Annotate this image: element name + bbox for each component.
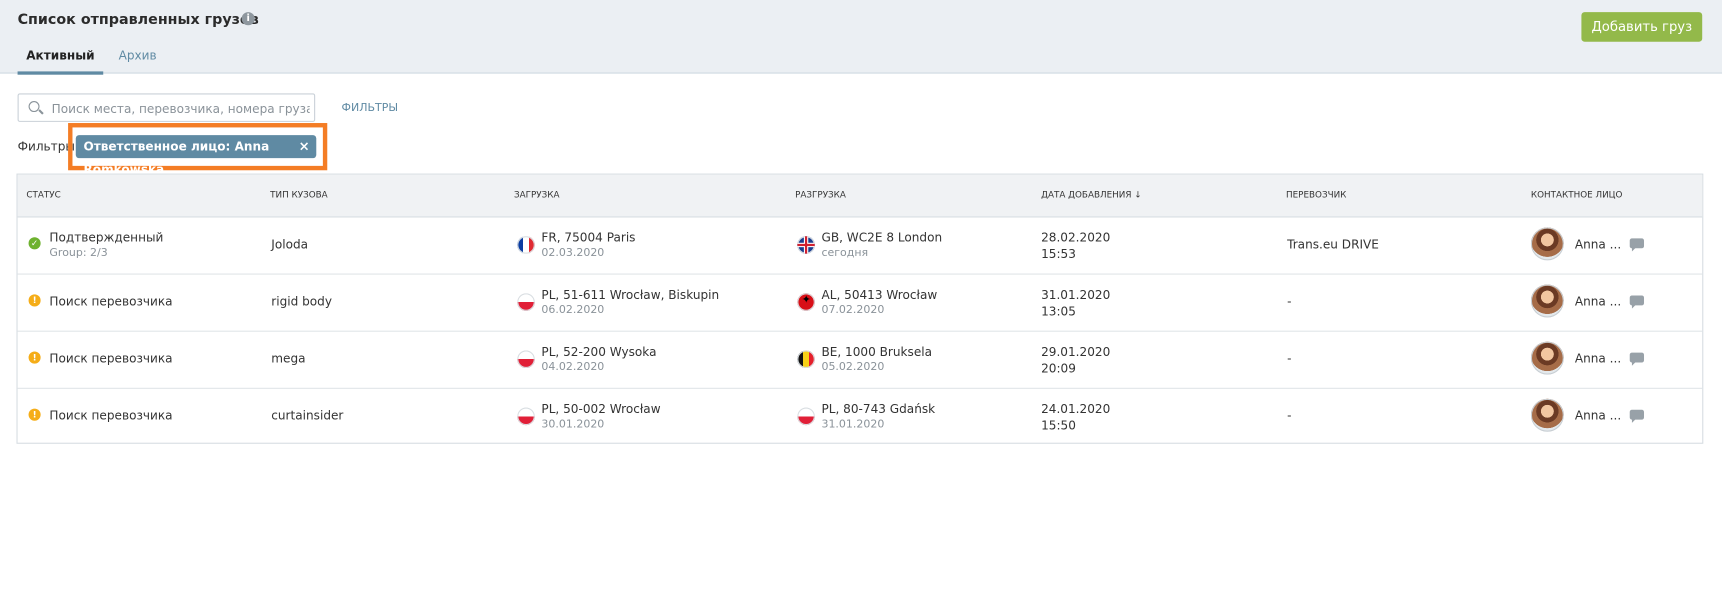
table-row[interactable]: ! Поиск перевозчика mega PL, 52-200 Wyso…: [17, 331, 1703, 389]
france-flag-icon: [517, 236, 535, 254]
column-body-type[interactable]: ТИП КУЗОВА: [270, 190, 328, 200]
column-contact-person[interactable]: КОНТАКТНОЕ ЛИЦО: [1531, 190, 1623, 200]
filter-chip-label: Ответственное лицо: Anna Romkowska: [83, 139, 270, 177]
carrier: -: [1287, 351, 1292, 366]
body-type: mega: [271, 351, 306, 366]
status-group: Group: 2/3: [49, 247, 108, 260]
date-added: 29.01.2020: [1041, 344, 1111, 360]
carrier: -: [1287, 408, 1292, 423]
unloading-date: 31.01.2020: [821, 418, 885, 431]
unloading-date: 05.02.2020: [821, 361, 885, 374]
loading-place: PL, 50-002 Wrocław: [541, 402, 661, 417]
info-icon[interactable]: i: [241, 12, 255, 26]
carrier: -: [1287, 294, 1292, 309]
loading-place: FR, 75004 Paris: [541, 230, 636, 245]
search-box[interactable]: [17, 93, 316, 124]
warning-circle-icon: !: [28, 294, 41, 307]
status-text: Поиск перевозчика: [49, 294, 173, 309]
loading-date: 06.02.2020: [541, 304, 605, 317]
unloading-date: сегодня: [821, 247, 869, 260]
chat-icon[interactable]: [1629, 238, 1645, 252]
time-added: 13:05: [1041, 304, 1076, 319]
poland-flag-icon: [517, 350, 535, 368]
avatar[interactable]: [1530, 284, 1564, 318]
albania-flag-icon: [797, 293, 815, 311]
poland-flag-icon: [517, 293, 535, 311]
add-cargo-button[interactable]: Добавить груз: [1581, 12, 1703, 42]
loading-place: PL, 51-611 Wrocław, Biskupin: [541, 287, 720, 303]
contact-name[interactable]: Anna ...: [1575, 294, 1621, 308]
page: Список отправленных грузов i Добавить гр…: [0, 0, 1722, 602]
column-loading[interactable]: ЗАГРУЗКА: [514, 190, 560, 200]
table-row[interactable]: ✓ Подтвержденный Group: 2/3 Joloda FR, 7…: [17, 216, 1703, 275]
table-row[interactable]: ! Поиск перевозчика rigid body PL, 51-61…: [17, 274, 1703, 332]
loading-date: 30.01.2020: [541, 418, 605, 431]
loading-date: 04.02.2020: [541, 361, 605, 374]
warning-circle-icon: !: [28, 351, 41, 364]
shipments-table: СТАТУС ТИП КУЗОВА ЗАГРУЗКА РАЗГРУЗКА ДАТ…: [16, 173, 1704, 445]
carrier: Trans.eu DRIVE: [1287, 237, 1379, 252]
close-icon[interactable]: ×: [299, 135, 310, 158]
contact-name[interactable]: Anna ...: [1575, 237, 1621, 251]
status-text: Поиск перевозчика: [49, 351, 173, 366]
warning-circle-icon: !: [28, 408, 41, 421]
responsible-person-filter-chip[interactable]: Ответственное лицо: Anna Romkowska ×: [75, 135, 317, 177]
column-unloading[interactable]: РАЗГРУЗКА: [795, 190, 846, 200]
poland-flag-icon: [517, 407, 535, 426]
tab-active[interactable]: Активный: [17, 48, 104, 75]
time-added: 15:53: [1041, 247, 1076, 262]
belgium-flag-icon: [797, 350, 815, 368]
column-carrier[interactable]: ПЕРЕВОЗЧИК: [1286, 190, 1346, 200]
great-britain-flag-icon: [797, 236, 815, 254]
unloading-date: 07.02.2020: [821, 304, 885, 317]
contact-name[interactable]: Anna ...: [1575, 352, 1621, 366]
search-icon: [28, 101, 40, 113]
body-type: rigid body: [271, 294, 332, 309]
contact-name[interactable]: Anna ...: [1575, 409, 1621, 423]
tab-archive[interactable]: Архив: [119, 48, 157, 71]
avatar[interactable]: [1530, 341, 1564, 375]
unloading-place: PL, 80-743 Gdańsk: [821, 402, 936, 417]
column-date-added[interactable]: ДАТА ДОБАВЛЕНИЯ ↓: [1041, 190, 1141, 200]
poland-flag-icon: [797, 407, 815, 426]
column-status[interactable]: СТАТУС: [26, 190, 60, 200]
check-circle-icon: ✓: [28, 237, 41, 250]
chat-icon[interactable]: [1629, 295, 1645, 309]
unloading-place: AL, 50413 Wrocław: [821, 287, 938, 303]
chat-icon[interactable]: [1629, 352, 1645, 366]
filters-label: Фильтры: [17, 139, 75, 154]
filters-link[interactable]: ФИЛЬТРЫ: [342, 102, 398, 114]
status-text: Подтвержденный: [49, 230, 164, 245]
table-row[interactable]: ! Поиск перевозчика curtainsider PL, 50-…: [18, 388, 1703, 445]
body-type: curtainsider: [271, 408, 344, 423]
page-header: Список отправленных грузов i Добавить гр…: [0, 0, 1722, 75]
page-title: Список отправленных грузов: [17, 12, 259, 29]
date-added: 28.02.2020: [1041, 230, 1111, 245]
date-added: 31.01.2020: [1041, 287, 1111, 303]
unloading-place: GB, WC2E 8 London: [821, 230, 943, 245]
chat-icon[interactable]: [1629, 409, 1645, 423]
table-header: СТАТУС ТИП КУЗОВА ЗАГРУЗКА РАЗГРУЗКА ДАТ…: [17, 174, 1703, 218]
avatar[interactable]: [1530, 398, 1564, 432]
time-added: 15:50: [1041, 418, 1076, 433]
loading-date: 02.03.2020: [541, 247, 605, 260]
unloading-place: BE, 1000 Bruksela: [821, 344, 933, 360]
body-type: Joloda: [271, 237, 309, 252]
avatar[interactable]: [1530, 227, 1564, 261]
time-added: 20:09: [1041, 361, 1076, 376]
date-added: 24.01.2020: [1041, 402, 1111, 417]
loading-place: PL, 52-200 Wysoka: [541, 344, 657, 360]
status-text: Поиск перевозчика: [49, 408, 173, 423]
search-input[interactable]: [49, 94, 312, 124]
